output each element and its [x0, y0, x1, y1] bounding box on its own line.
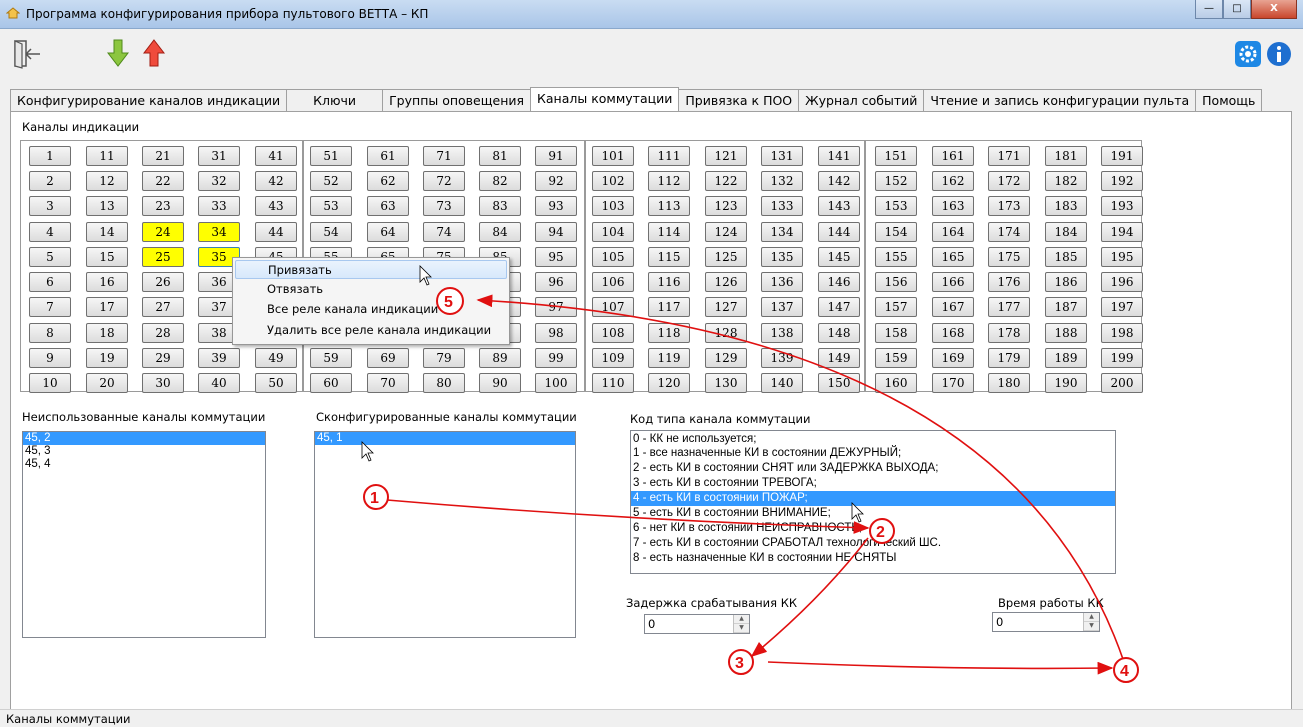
annotation-arrow	[476, 294, 1125, 663]
status-bar: Каналы коммутации	[0, 709, 1303, 727]
marker-2: 2	[876, 524, 885, 541]
marker-1: 1	[370, 490, 379, 507]
annotation-arrow	[386, 499, 870, 534]
cursor-icon	[419, 265, 432, 286]
annotation-arrow	[767, 661, 1114, 675]
status-text: Каналы коммутации	[6, 712, 131, 726]
cursor-icon	[361, 441, 374, 462]
cursor-icon	[851, 502, 864, 523]
marker-3: 3	[735, 655, 744, 672]
marker-4: 4	[1120, 663, 1129, 680]
marker-5: 5	[444, 294, 453, 311]
annotation-overlay: 1 2 3 4 5	[361, 265, 1139, 683]
annotation-arrow	[750, 537, 869, 658]
